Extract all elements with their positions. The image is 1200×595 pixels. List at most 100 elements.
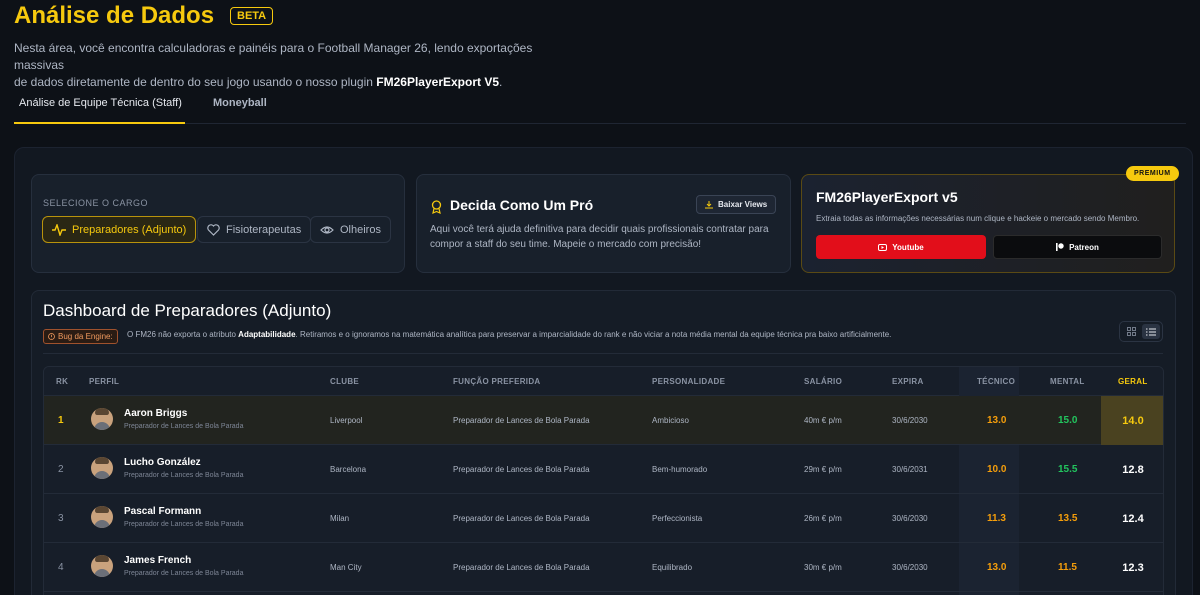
pro-card: Decida Como Um Pró Baixar Views Aqui voc… <box>416 174 791 273</box>
preferred-role: Preparador de Lances de Bola Parada <box>453 514 590 523</box>
staff-name: Lucho González <box>124 457 201 468</box>
preferred-role: Preparador de Lances de Bola Parada <box>453 465 590 474</box>
beta-badge: BETA <box>230 7 274 25</box>
dashboard-title: Dashboard de Preparadores (Adjunto) <box>43 301 332 320</box>
pro-card-line1: Aqui você terá ajuda definitiva para dec… <box>430 224 769 235</box>
bug-text-post: . Retiramos e o ignoramos na matemática … <box>295 330 892 339</box>
bug-text-pre: O FM26 não exporta o atributo <box>127 330 239 339</box>
plugin-name: FM26PlayerExport V5 <box>376 75 499 89</box>
pro-card-title: Decida Como Um Pró <box>450 197 594 213</box>
list-view-button[interactable] <box>1142 324 1160 339</box>
patreon-label: Patreon <box>1069 242 1099 252</box>
youtube-label: Youtube <box>892 242 924 252</box>
tecnico-value: 13.0 <box>987 562 1007 573</box>
col-header-personalidade[interactable]: PERSONALIDADE <box>652 367 725 396</box>
expiry: 30/6/2030 <box>892 563 928 572</box>
col-header-expira[interactable]: EXPIRA <box>892 367 924 396</box>
staff-role: Preparador de Lances de Bola Parada <box>124 472 244 479</box>
preferred-role: Preparador de Lances de Bola Parada <box>453 563 590 572</box>
mental-value: 15.5 <box>1058 464 1078 475</box>
tab-staff[interactable]: Análise de Equipe Técnica (Staff) <box>19 97 182 109</box>
club: Man City <box>330 563 362 572</box>
geral-cell: 12.8 <box>1101 445 1163 494</box>
grid-view-button[interactable] <box>1122 324 1140 339</box>
expiry: 30/6/2030 <box>892 514 928 523</box>
premium-card-text: Extraia todas as informações necessárias… <box>816 214 1140 223</box>
staff-role: Preparador de Lances de Bola Parada <box>124 570 244 577</box>
geral-value: 12.3 <box>1122 561 1144 574</box>
col-header-perfil[interactable]: PERFIL <box>89 367 119 396</box>
bug-label: Bug da Engine: <box>58 332 113 341</box>
table-row[interactable]: 1 Aaron Briggs Preparador de Lances de B… <box>44 396 1163 445</box>
geral-cell: 12.3 <box>1101 543 1163 592</box>
rank: 4 <box>58 562 64 573</box>
premium-card-title: FM26PlayerExport v5 <box>816 189 958 205</box>
role-selector-label: SELECIONE O CARGO <box>43 198 149 208</box>
dashboard-divider <box>43 353 1163 354</box>
role-option-label: Preparadores (Adjunto) <box>72 223 187 236</box>
active-tab-indicator <box>14 122 185 124</box>
mental-value: 11.5 <box>1058 562 1077 573</box>
intro-line2-end: . <box>499 75 503 89</box>
col-header-mental[interactable]: MENTAL <box>1050 367 1085 396</box>
rank: 2 <box>58 464 64 475</box>
personality: Bem-humorado <box>652 465 708 474</box>
personality: Perfeccionista <box>652 514 703 523</box>
pro-card-text: Aqui você terá ajuda definitiva para dec… <box>430 222 770 252</box>
download-views-button[interactable]: Baixar Views <box>696 195 777 214</box>
personality: Equilibrado <box>652 563 693 572</box>
role-option-fisioterapeutas[interactable]: Fisioterapeutas <box>197 216 312 243</box>
col-header-clube[interactable]: CLUBE <box>330 367 359 396</box>
staff-role: Preparador de Lances de Bola Parada <box>124 521 244 528</box>
salary: 29m € p/m <box>804 465 842 474</box>
col-header-tecnico[interactable]: TÉCNICO <box>977 367 1015 396</box>
role-option-olheiros[interactable]: Olheiros <box>310 216 391 243</box>
geral-cell: 12.4 <box>1101 494 1163 543</box>
eye-icon <box>320 225 334 234</box>
col-header-geral[interactable]: GERAL <box>1118 367 1148 396</box>
col-header-rk[interactable]: RK <box>56 367 68 396</box>
staff-name: Pascal Formann <box>124 506 202 517</box>
bug-text: O FM26 não exporta o atributo Adaptabili… <box>127 330 891 339</box>
youtube-button[interactable]: Youtube <box>816 235 986 259</box>
tecnico-value: 11.3 <box>987 513 1006 524</box>
tab-divider <box>14 123 1186 124</box>
geral-value: 12.8 <box>1122 463 1144 476</box>
mental-value: 13.5 <box>1058 513 1078 524</box>
staff-role: Preparador de Lances de Bola Parada <box>124 423 244 430</box>
patreon-icon <box>1056 243 1064 251</box>
list-icon <box>1146 328 1156 335</box>
role-option-label: Fisioterapeutas <box>226 223 302 236</box>
avatar <box>91 457 113 479</box>
salary: 26m € p/m <box>804 514 842 523</box>
expiry: 30/6/2031 <box>892 465 928 474</box>
download-icon <box>705 200 713 208</box>
avatar <box>91 555 113 577</box>
staff-name: Aaron Briggs <box>124 408 188 419</box>
col-header-funcao[interactable]: FUNÇÃO PREFERIDA <box>453 367 540 396</box>
geral-value: 14.0 <box>1122 414 1144 427</box>
premium-card: FM26PlayerExport v5 Extraia todas as inf… <box>801 174 1175 273</box>
table-row[interactable]: 2 Lucho González Preparador de Lances de… <box>44 445 1163 494</box>
pro-card-line2: compor a staff do seu time. Mapeie o mer… <box>430 239 702 250</box>
club: Barcelona <box>330 465 367 474</box>
col-header-salario[interactable]: SALÁRIO <box>804 367 842 396</box>
rank: 3 <box>58 513 64 524</box>
geral-value: 12.4 <box>1122 512 1144 525</box>
tab-moneyball[interactable]: Moneyball <box>213 97 267 109</box>
medal-icon <box>431 200 442 214</box>
role-option-preparadores[interactable]: Preparadores (Adjunto) <box>42 216 197 243</box>
avatar <box>91 408 113 430</box>
youtube-icon <box>878 243 888 251</box>
table-row[interactable]: 3 Pascal Formann Preparador de Lances de… <box>44 494 1163 543</box>
geral-cell: 14.0 <box>1101 396 1163 445</box>
mental-value: 15.0 <box>1058 415 1078 426</box>
rank: 1 <box>58 415 64 426</box>
patreon-button[interactable]: Patreon <box>993 235 1162 259</box>
avatar <box>91 506 113 528</box>
role-selector-card: SELECIONE O CARGO Preparadores (Adjunto)… <box>31 174 405 273</box>
pulse-icon <box>52 223 66 236</box>
table-row[interactable]: 4 James French Preparador de Lances de B… <box>44 543 1163 592</box>
club: Milan <box>330 514 350 523</box>
grid-icon <box>1126 327 1136 336</box>
